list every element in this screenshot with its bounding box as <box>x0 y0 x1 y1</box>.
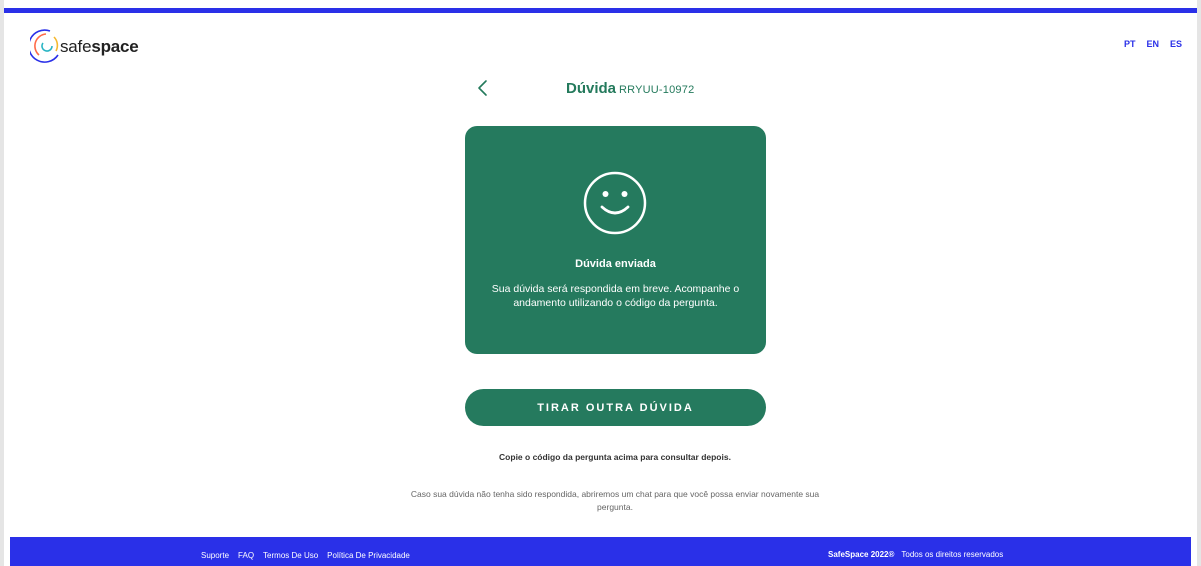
footer-link-support[interactable]: Suporte <box>201 551 229 560</box>
footer-copyright: SafeSpace 2022® Todos os direitos reserva… <box>828 550 1003 559</box>
lang-pt-link[interactable]: PT <box>1124 39 1136 49</box>
lang-en-link[interactable]: EN <box>1146 39 1159 49</box>
safespace-logo[interactable]: safespace <box>30 25 139 65</box>
question-code: RRYUU-10972 <box>619 84 695 96</box>
footer-link-terms[interactable]: Termos De Uso <box>263 551 318 560</box>
footer-link-faq[interactable]: FAQ <box>238 551 254 560</box>
page-title: Dúvida RRYUU-10972 <box>566 80 694 98</box>
footer: Suporte FAQ Termos De Uso Política De Pr… <box>10 537 1191 566</box>
copy-code-hint: Copie o código da pergunta acima para co… <box>499 452 731 462</box>
lang-es-link[interactable]: ES <box>1170 39 1182 49</box>
logo-swirl-icon <box>30 29 59 63</box>
card-heading: Dúvida enviada <box>575 258 656 270</box>
footer-rights: Todos os direitos reservados <box>901 550 1004 559</box>
chevron-left-icon <box>478 80 487 96</box>
top-accent-bar <box>4 8 1197 13</box>
page-title-row: Dúvida RRYUU-10972 <box>466 78 766 100</box>
language-switcher: PT EN ES <box>1124 39 1182 49</box>
back-button[interactable] <box>474 79 492 97</box>
footer-links: Suporte FAQ Termos De Uso Política De Pr… <box>201 551 410 560</box>
footer-brand: SafeSpace 2022® <box>828 550 895 559</box>
success-card: Dúvida enviada Sua dúvida será respondid… <box>465 126 766 354</box>
card-message: Sua dúvida será respondida em breve. Aco… <box>491 283 740 309</box>
footer-link-privacy[interactable]: Política De Privacidade <box>327 551 410 560</box>
ask-another-question-button[interactable]: TIRAR OUTRA DÚVIDA <box>465 389 766 426</box>
page-title-label: Dúvida <box>566 80 617 97</box>
page: safespace PT EN ES Dúvida RRYUU-10972 Dúv… <box>0 0 1201 566</box>
logo-wordmark: safespace <box>60 37 139 56</box>
chat-fallback-hint: Caso sua dúvida não tenha sido respondid… <box>410 489 820 512</box>
smiley-face-icon <box>583 171 647 235</box>
